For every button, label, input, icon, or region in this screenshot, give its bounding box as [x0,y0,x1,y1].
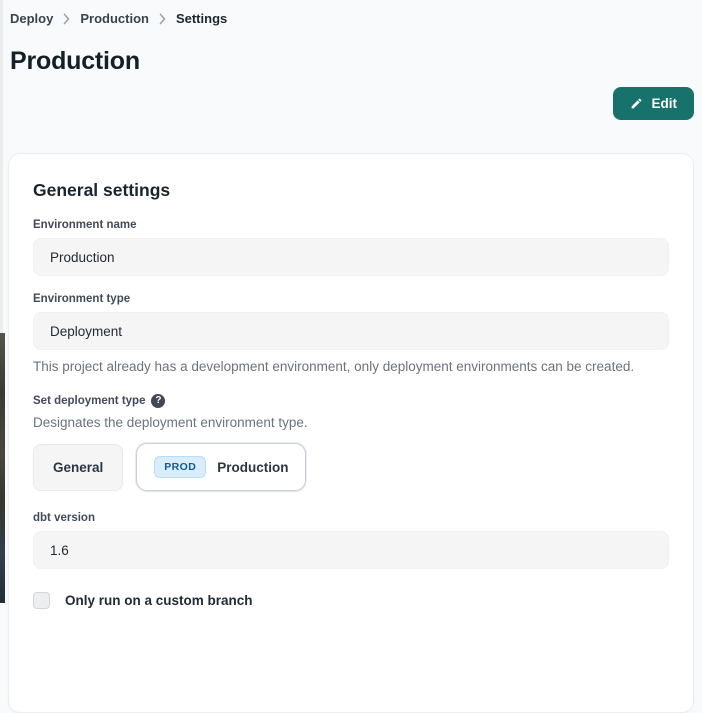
card-heading: General settings [33,180,669,201]
left-edge-artifact-dark [0,333,5,603]
page-title: Production [10,47,694,76]
option-general-label: General [53,460,103,475]
environment-type-input[interactable] [33,312,669,350]
dbt-version-input[interactable] [33,531,669,569]
dbt-version-label: dbt version [33,512,669,524]
edit-button[interactable]: Edit [613,87,695,120]
custom-branch-checkbox[interactable] [33,592,50,609]
chevron-right-icon [158,13,167,25]
environment-type-label: Environment type [33,293,669,305]
environment-name-label-text: Environment name [33,219,137,231]
deployment-type-options: General PROD Production [33,443,669,491]
help-icon[interactable]: ? [151,394,165,408]
breadcrumb-item-deploy[interactable]: Deploy [10,11,53,26]
deployment-type-option-production[interactable]: PROD Production [136,443,306,491]
deployment-type-description: Designates the deployment environment ty… [33,415,669,430]
breadcrumb-item-production[interactable]: Production [80,11,149,26]
breadcrumb-item-settings: Settings [176,11,227,26]
chevron-right-icon [62,13,71,25]
environment-type-helper: This project already has a development e… [33,359,669,374]
toolbar: Edit [8,87,694,120]
dbt-version-label-text: dbt version [33,512,95,524]
environment-type-label-text: Environment type [33,293,130,305]
breadcrumb: Deploy Production Settings [8,0,694,26]
deployment-type-label: Set deployment type ? [33,394,669,408]
environment-name-input[interactable] [33,238,669,276]
general-settings-card: General settings Environment name Enviro… [8,153,694,713]
prod-badge: PROD [154,456,206,478]
edit-button-label: Edit [652,96,678,111]
pencil-icon [630,97,643,110]
custom-branch-label: Only run on a custom branch [65,593,253,608]
left-edge-artifact-light [0,0,3,333]
deployment-type-option-general[interactable]: General [33,444,123,491]
option-production-label: Production [217,460,288,475]
environment-name-label: Environment name [33,219,669,231]
custom-branch-row: Only run on a custom branch [33,592,669,609]
deployment-type-label-text: Set deployment type [33,395,145,407]
page-container: Deploy Production Settings Production Ed… [0,0,702,713]
